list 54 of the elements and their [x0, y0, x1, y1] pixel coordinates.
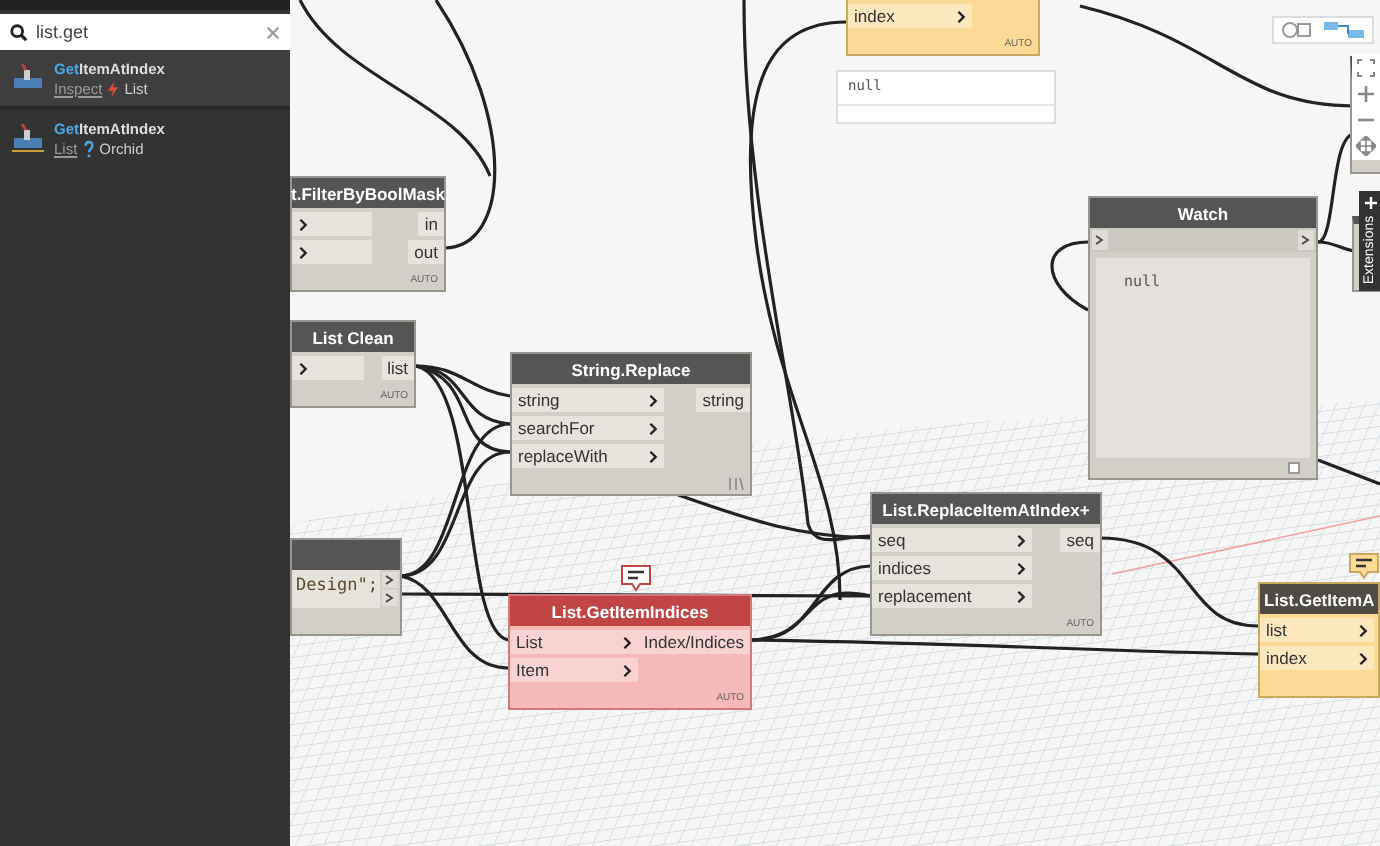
- output-port[interactable]: string: [696, 388, 750, 412]
- node-title: List.ReplaceItemAtIndex+: [882, 499, 1090, 519]
- lacing-icon[interactable]: [728, 478, 744, 490]
- input-port[interactable]: list: [1260, 618, 1374, 642]
- node-header[interactable]: String.Replace: [512, 354, 750, 384]
- node-header[interactable]: List Clean: [292, 322, 414, 352]
- input-port[interactable]: [292, 240, 372, 264]
- output-port[interactable]: list: [381, 356, 414, 380]
- node-body[interactable]: String.Replace string searchFor replaceWith string: [510, 352, 752, 496]
- input-port[interactable]: index: [848, 4, 972, 28]
- code-block-node[interactable]: Design";: [290, 538, 402, 636]
- clear-icon[interactable]: [266, 25, 280, 39]
- chevron-icon: [298, 361, 308, 375]
- lightning-icon: [108, 79, 119, 97]
- input-port[interactable]: seq: [872, 528, 1032, 552]
- output-port[interactable]: Index/Indices: [637, 630, 750, 654]
- input-port-icon[interactable]: [1092, 230, 1108, 250]
- node-icon: [12, 124, 44, 152]
- pan-icon[interactable]: [1356, 136, 1376, 156]
- output-port-icon[interactable]: [1298, 230, 1314, 250]
- output-port[interactable]: seq: [1060, 528, 1100, 552]
- resize-handle-icon[interactable]: [1288, 462, 1300, 474]
- input-port[interactable]: [292, 212, 372, 236]
- input-port[interactable]: string: [512, 388, 664, 412]
- input-port[interactable]: List: [510, 630, 638, 654]
- node-header[interactable]: List.ReplaceItemAtIndex+: [872, 494, 1100, 524]
- plus-icon: [1364, 197, 1376, 210]
- zoom-in-icon[interactable]: [1356, 84, 1376, 104]
- node-title: List.GetItemIndices: [551, 601, 709, 621]
- search-bar[interactable]: list.get: [0, 14, 290, 50]
- output-port-icon[interactable]: [382, 572, 398, 588]
- graph-view-icon[interactable]: [1322, 20, 1366, 40]
- input-port[interactable]: searchFor: [512, 416, 664, 440]
- question-icon: [83, 139, 94, 157]
- node-title: Watch: [1177, 203, 1229, 223]
- search-icon: [10, 23, 28, 41]
- output-port-icon[interactable]: [382, 590, 398, 606]
- input-port[interactable]: Item: [510, 658, 638, 682]
- wire: [1317, 458, 1380, 486]
- input-port[interactable]: [292, 356, 364, 380]
- node-header[interactable]: List.GetItemIndices: [510, 596, 750, 626]
- input-port[interactable]: replacement: [872, 584, 1032, 608]
- input-port[interactable]: replaceWith: [512, 444, 664, 468]
- input-port[interactable]: indices: [872, 556, 1032, 580]
- node-title: List Clean: [312, 327, 394, 347]
- output-port[interactable]: in: [418, 212, 444, 236]
- node-title: String.Replace: [571, 359, 691, 379]
- node-icon: [12, 64, 44, 92]
- input-port[interactable]: index: [1260, 646, 1374, 670]
- chevron-icon: [956, 9, 966, 23]
- geometry-view-icon[interactable]: [1280, 20, 1316, 40]
- zoom-fit-icon[interactable]: [1356, 58, 1376, 78]
- output-port[interactable]: out: [408, 240, 444, 264]
- wire: [1050, 240, 1089, 312]
